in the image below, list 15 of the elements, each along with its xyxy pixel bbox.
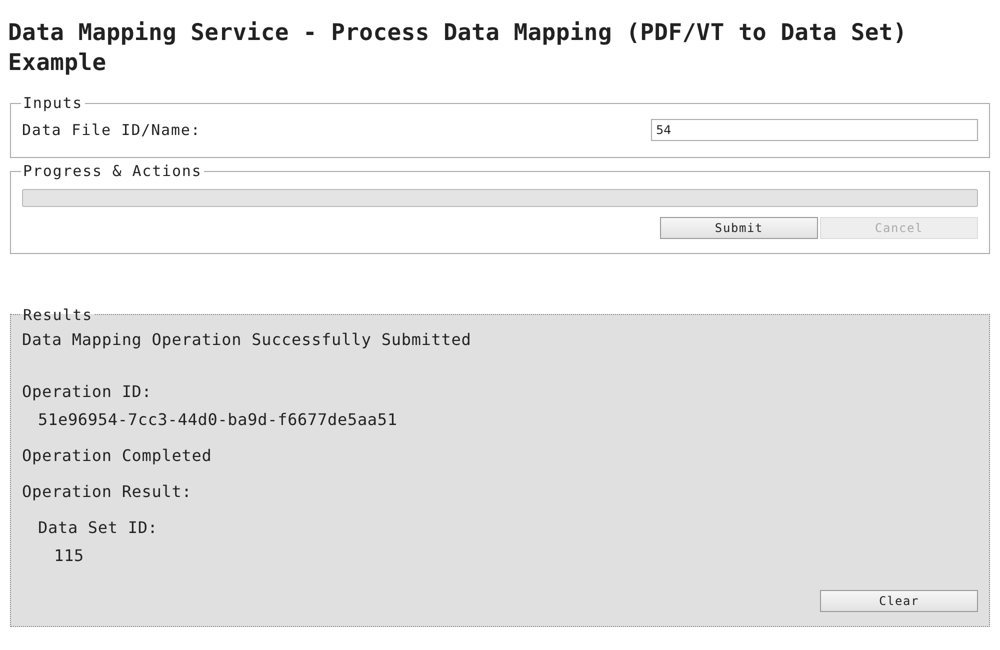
result-detail: Data Set ID: — [38, 517, 158, 539]
field-label: Data File ID/Name: — [22, 120, 201, 140]
input-field[interactable]: 54 — [651, 118, 978, 141]
action-button[interactable]: Clear — [820, 590, 978, 612]
result-line: Operation Result: — [22, 481, 192, 503]
result-line: Operation ID: — [22, 381, 152, 403]
section-legend: Inputs — [21, 92, 85, 114]
result-line: Data Mapping Operation Successfully Submitted — [22, 329, 472, 351]
result-detail: 115 — [54, 545, 84, 567]
section-legend: Progress & Actions — [21, 160, 204, 182]
page-title: Data Mapping Service - Process Data Mapping (PDF/VT to Data Set) Example — [8, 19, 908, 78]
result-detail: 51e96954-7cc3-44d0-ba9d-f6677de5aa51 — [38, 409, 398, 431]
action-button[interactable]: Submit — [660, 216, 818, 238]
result-line: Operation Completed — [22, 445, 212, 467]
section-legend: Results — [21, 304, 95, 326]
